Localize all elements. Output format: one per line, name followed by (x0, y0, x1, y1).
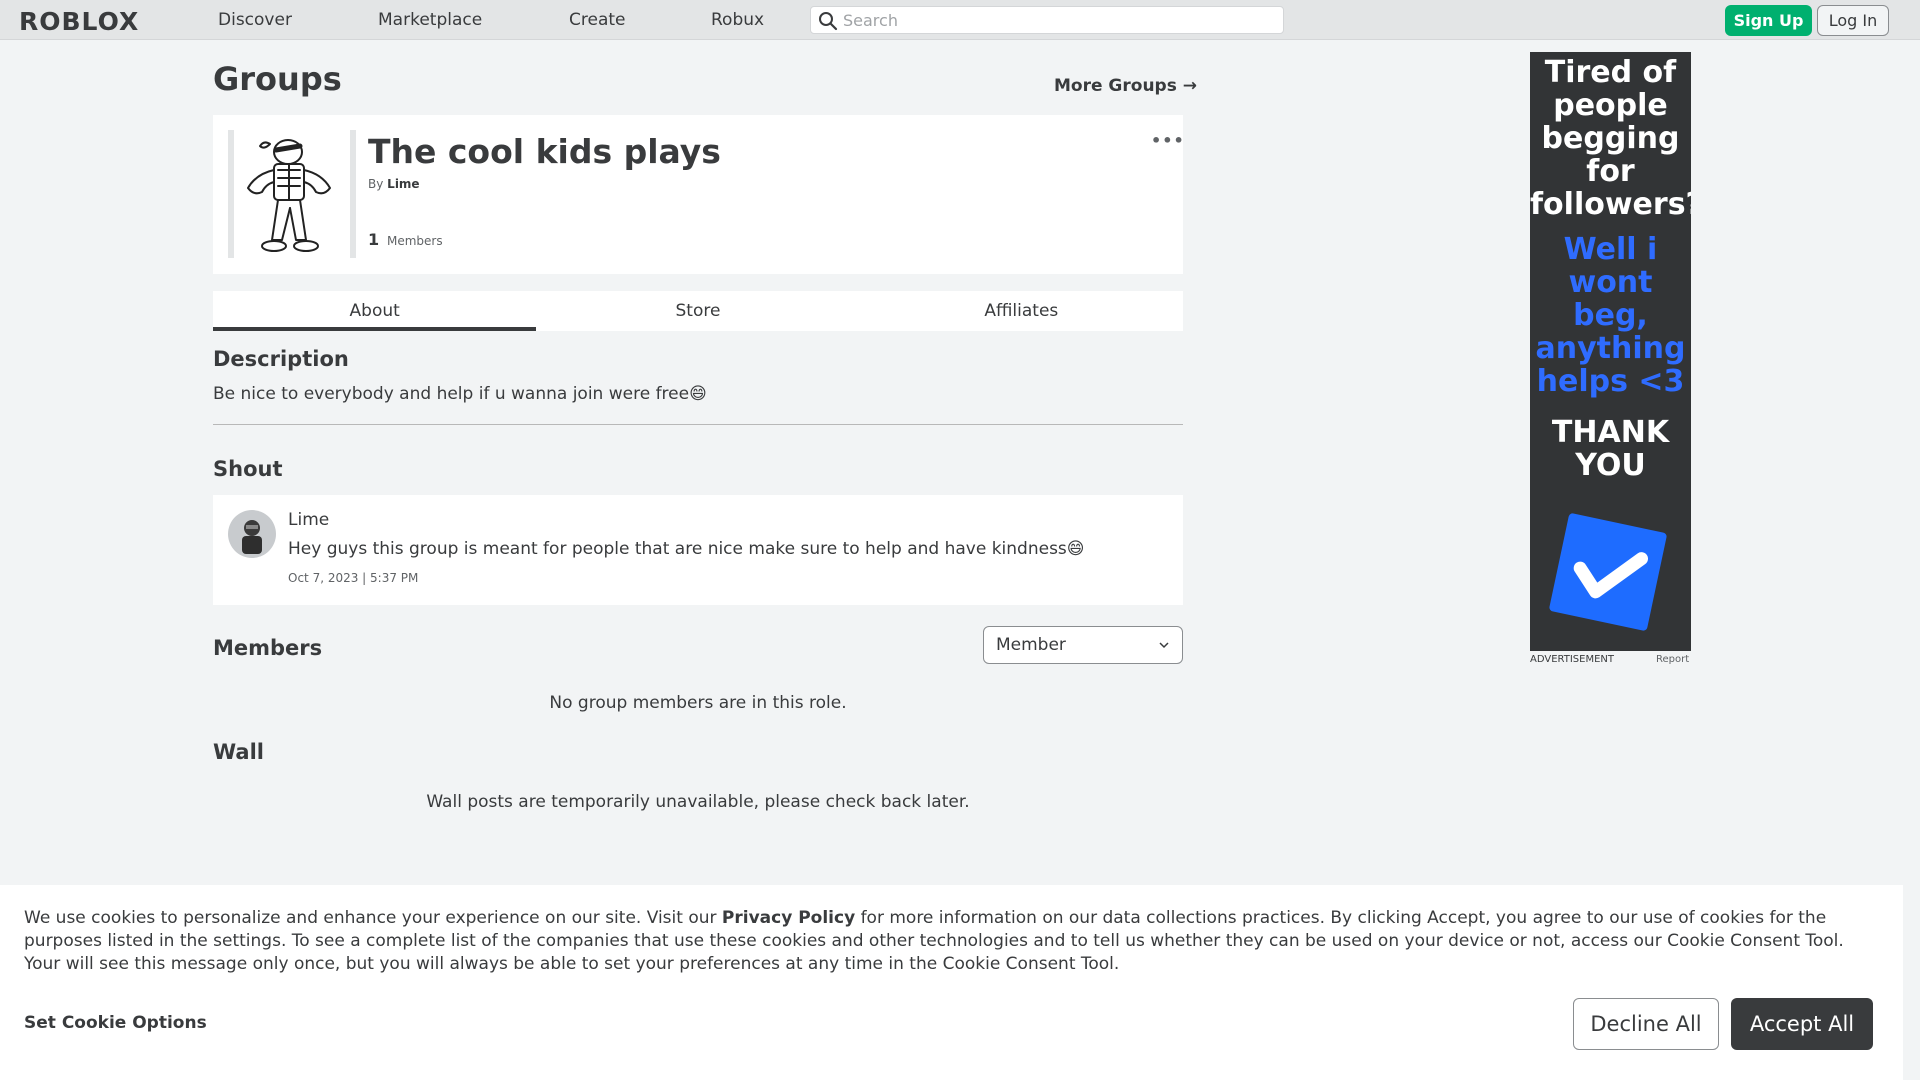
ad-text-line: followers? (1530, 187, 1691, 222)
ad-text-line: Well i (1563, 232, 1658, 267)
group-owner-link[interactable]: Lime (387, 177, 419, 191)
ad-text-line: helps <3 (1536, 364, 1685, 399)
ad-text-line: wont beg, (1568, 265, 1653, 333)
group-name: The cool kids plays (368, 132, 721, 171)
ad-text-line: begging (1541, 121, 1680, 156)
group-owner-row: By Lime (368, 177, 420, 191)
member-count: 1 (368, 230, 380, 249)
user-avatar-icon (242, 520, 262, 554)
nav-marketplace[interactable]: Marketplace (378, 10, 482, 30)
cookie-consent-banner: We use cookies to personalize and enhanc… (0, 885, 1903, 1080)
wall-heading: Wall (213, 740, 264, 764)
role-dropdown[interactable]: Member (983, 626, 1183, 664)
ad-text-line: anything (1535, 331, 1686, 366)
avatar[interactable] (228, 510, 276, 558)
accept-all-button[interactable]: Accept All (1731, 998, 1873, 1050)
shout-heading: Shout (213, 457, 283, 481)
chevron-down-icon (1159, 642, 1169, 649)
checkmark-icon (1548, 512, 1668, 632)
more-groups-link[interactable]: More Groups → (1054, 76, 1197, 96)
role-selected-value: Member (996, 635, 1066, 655)
set-cookie-options-link[interactable]: Set Cookie Options (24, 1013, 207, 1033)
page-scrollbar[interactable] (1903, 40, 1920, 1080)
cookie-text-part: We use cookies to personalize and enhanc… (24, 908, 722, 928)
log-in-button[interactable]: Log In (1817, 5, 1889, 36)
more-options-icon[interactable]: ••• (1151, 131, 1185, 150)
ad-text-line: THANK (1551, 415, 1670, 450)
description-text: Be nice to everybody and help if u wanna… (213, 384, 707, 404)
members-heading: Members (213, 636, 323, 660)
search-input[interactable] (843, 10, 1273, 30)
shout-card: Lime Hey guys this group is meant for pe… (213, 495, 1183, 605)
members-label: Members (386, 234, 443, 248)
ad-text-line: Tired of (1544, 55, 1677, 90)
wall-unavailable-text: Wall posts are temporarily unavailable, … (426, 792, 970, 812)
page-title: Groups (213, 60, 342, 98)
shout-timestamp: Oct 7, 2023 | 5:37 PM (288, 571, 419, 585)
advertisement-banner[interactable]: Tired of people begging for followers? W… (1530, 52, 1691, 651)
shout-author[interactable]: Lime (288, 510, 329, 530)
tab-affiliates[interactable]: Affiliates (860, 291, 1183, 331)
ad-text-line: YOU (1575, 448, 1646, 483)
nav-create[interactable]: Create (569, 10, 626, 30)
sign-up-button[interactable]: Sign Up (1725, 5, 1812, 36)
group-header-card: The cool kids plays By Lime 1 Members ••… (213, 115, 1185, 274)
ad-text-line: for (1586, 154, 1635, 189)
group-member-count-row: 1 Members (368, 230, 443, 249)
decline-all-button[interactable]: Decline All (1573, 998, 1719, 1050)
character-drawing-icon (247, 139, 331, 252)
group-emblem-image (228, 130, 356, 258)
search-box (810, 6, 1284, 34)
nav-discover[interactable]: Discover (218, 10, 292, 30)
ad-report-link[interactable]: Report (1656, 654, 1689, 665)
members-empty-text: No group members are in this role. (549, 693, 847, 713)
cookie-message: We use cookies to personalize and enhanc… (24, 907, 1884, 976)
roblox-logo[interactable]: ROBLOX (19, 7, 139, 36)
advertisement-label: ADVERTISEMENT (1530, 654, 1615, 665)
top-nav-bar: ROBLOX Discover Marketplace Create Robux… (0, 0, 1920, 40)
tab-store[interactable]: Store (536, 291, 859, 331)
tab-about[interactable]: About (213, 291, 537, 331)
nav-robux[interactable]: Robux (711, 10, 764, 30)
description-heading: Description (213, 347, 349, 371)
group-tabs: About Store Affiliates (213, 291, 1183, 331)
privacy-policy-link[interactable]: Privacy Policy (722, 908, 855, 928)
section-divider (213, 424, 1183, 425)
by-label: By (368, 177, 384, 191)
shout-message: Hey guys this group is meant for people … (288, 539, 1085, 559)
search-icon (819, 12, 838, 31)
ad-text-line: people (1553, 88, 1668, 123)
